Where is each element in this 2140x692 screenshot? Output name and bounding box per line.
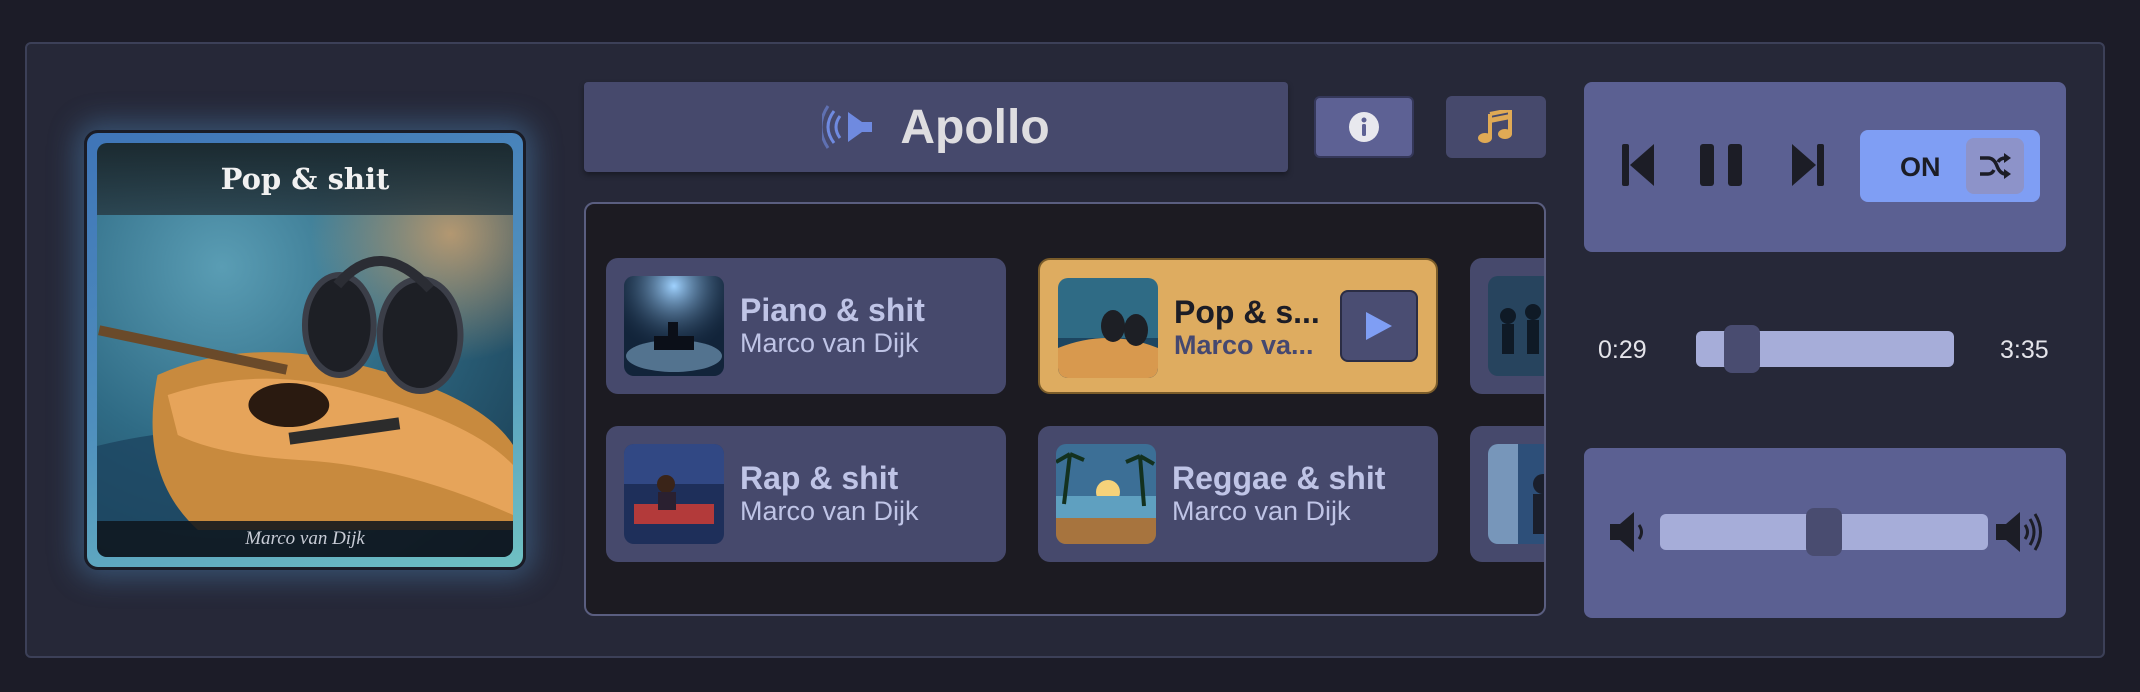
track-artist: Marco van Dijk [1172,496,1351,526]
album-art-image [97,256,513,530]
track-thumbnail [1056,444,1156,544]
volume-panel [1584,448,2066,618]
track-artist: Marco va... [1174,330,1314,360]
track-thumbnail [1488,276,1544,376]
app-title: Apollo [900,100,1050,154]
track-thumbnail [1058,278,1158,378]
volume-handle[interactable] [1806,508,1842,556]
shuffle-icon [1980,153,2011,179]
track-artist: Marco van Dijk [740,496,919,526]
track-card-pop[interactable]: Pop & s... Marco va... [1038,258,1438,394]
skip-next-icon[interactable] [1790,142,1824,188]
volume-high-icon[interactable] [1996,510,2046,554]
album-title-bar: Pop & shit [97,143,513,215]
track-card-partial-1[interactable] [1470,258,1544,394]
play-button[interactable] [1340,290,1418,362]
skip-previous-icon[interactable] [1622,142,1656,188]
album-card: Pop & shit Marco van Dijk [84,130,526,570]
track-title: Piano & shit [740,292,925,328]
shuffle-toggle[interactable]: ON [1860,130,2040,202]
track-card-rap[interactable]: Rap & shit Marco van Dijk [606,426,1006,562]
speaker-waves-icon [822,105,873,149]
shuffle-knob [1966,138,2024,194]
playlist-panel[interactable]: Piano & shit Marco van Dijk Pop & s... M… [584,202,1546,616]
album-title: Pop & shit [220,162,390,196]
track-title: Pop & s... [1174,294,1320,330]
track-thumbnail [1488,444,1544,544]
app-title-bar: Apollo [584,82,1288,172]
track-artist: Marco van Dijk [740,328,919,358]
track-card-partial-2[interactable] [1470,426,1544,562]
volume-low-icon[interactable] [1610,510,1648,554]
track-card-reggae[interactable]: Reggae & shit Marco van Dijk [1038,426,1438,562]
shuffle-state-label: ON [1900,152,1941,182]
total-duration: 3:35 [2000,336,2049,364]
info-circle-icon [1349,112,1379,142]
progress-handle[interactable] [1724,325,1760,373]
track-thumbnail [624,444,724,544]
info-button[interactable] [1314,96,1414,158]
music-button[interactable] [1446,96,1546,158]
pause-icon[interactable] [1700,142,1742,188]
track-title: Reggae & shit [1172,460,1386,496]
track-card-piano[interactable]: Piano & shit Marco van Dijk [606,258,1006,394]
track-title: Rap & shit [740,460,899,496]
playback-controls-panel: ON [1584,82,2066,252]
album-cover: Pop & shit Marco van Dijk [97,143,513,557]
music-note-icon [1478,110,1512,143]
current-time: 0:29 [1598,336,1647,364]
track-thumbnail [624,276,724,376]
album-artist: Marco van Dijk [245,528,365,549]
play-icon [1366,312,1392,340]
album-artist-bar: Marco van Dijk [97,521,513,557]
